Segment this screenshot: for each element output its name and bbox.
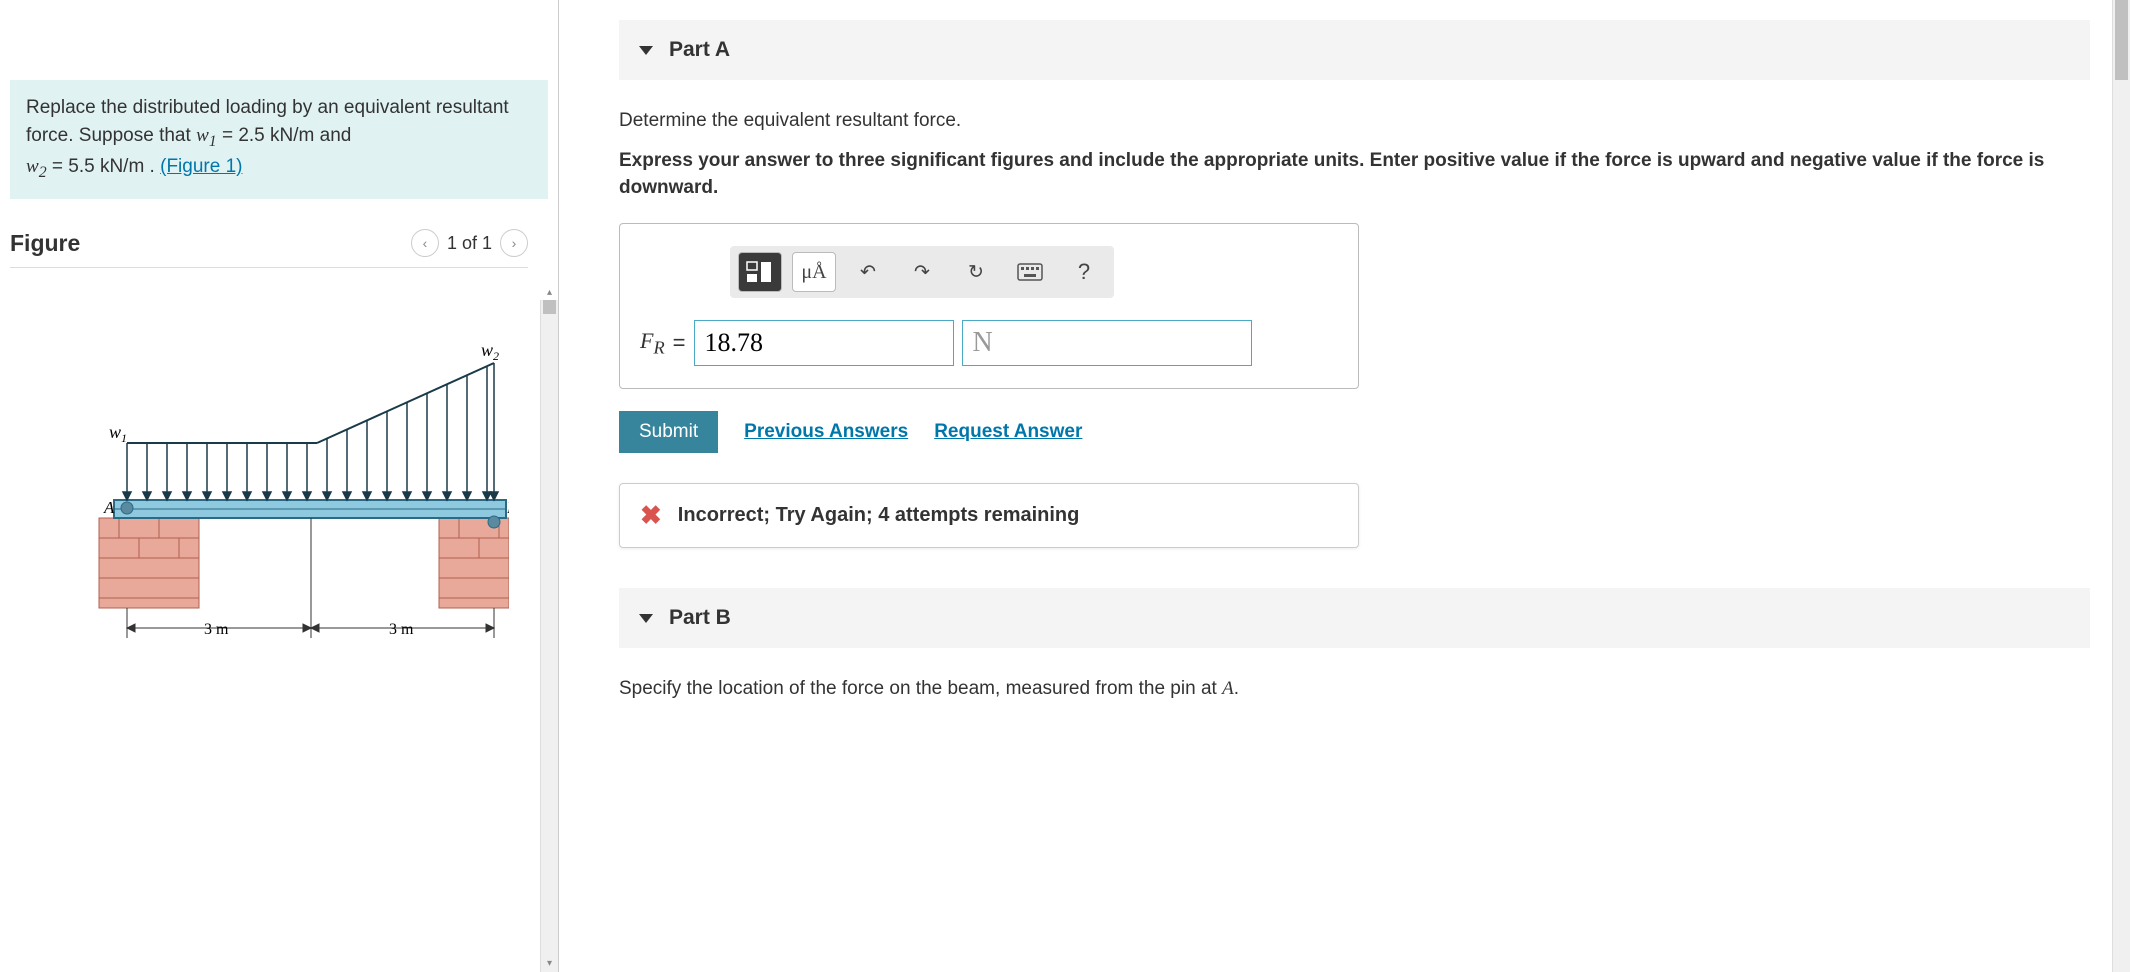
submit-button[interactable]: Submit (619, 411, 718, 453)
next-figure-button[interactable]: › (500, 229, 528, 257)
pager-text: 1 of 1 (447, 233, 492, 254)
incorrect-icon: ✖ (640, 500, 662, 531)
svg-text:2: 2 (493, 349, 499, 363)
value-input[interactable] (694, 320, 954, 366)
w1-val: = 2.5 kN/m (217, 125, 315, 146)
part-a-header[interactable]: Part A (619, 20, 2090, 80)
part-b-header[interactable]: Part B (619, 588, 2090, 648)
part-a-instruction: Determine the equivalent resultant force… (619, 110, 2090, 132)
feedback-box: ✖ Incorrect; Try Again; 4 attempts remai… (619, 483, 1359, 548)
request-answer-link[interactable]: Request Answer (934, 421, 1082, 443)
keyboard-button[interactable] (1008, 252, 1052, 292)
period: . (144, 156, 160, 177)
reset-button[interactable]: ↻ (954, 252, 998, 292)
label-B: B (507, 498, 509, 517)
caret-down-icon (639, 46, 653, 55)
equation-toolbar: μÅ ↶ ↷ ↻ ? (730, 246, 1114, 298)
w2-sub: 2 (39, 164, 47, 181)
dim-right: 3 m (389, 621, 414, 638)
left-scrollbar[interactable]: ▴ ▾ (540, 300, 558, 972)
prev-figure-button[interactable]: ‹ (411, 229, 439, 257)
w2-var: w (26, 156, 39, 177)
undo-button[interactable]: ↶ (846, 252, 890, 292)
part-b-instruction: Specify the location of the force on the… (619, 678, 2090, 700)
figure-diagram: w1 w2 A B 3 m 3 m (10, 308, 548, 668)
templates-button[interactable] (738, 252, 782, 292)
right-scrollbar[interactable] (2112, 0, 2130, 972)
label-w2: w (481, 340, 493, 360)
help-button[interactable]: ? (1062, 252, 1106, 292)
redo-button[interactable]: ↷ (900, 252, 944, 292)
answer-area: μÅ ↶ ↷ ↻ ? FR = (619, 223, 1359, 389)
and-text: and (314, 125, 351, 146)
answer-variable: FR (640, 328, 665, 358)
label-w1: w (109, 422, 121, 442)
w1-var: w (196, 125, 209, 146)
figure-link[interactable]: (Figure 1) (160, 156, 242, 177)
part-b-title: Part B (669, 606, 731, 630)
equals-sign: = (673, 330, 686, 356)
dim-left: 3 m (204, 621, 229, 638)
problem-statement: Replace the distributed loading by an eq… (10, 80, 548, 199)
part-a-hint: Express your answer to three significant… (619, 148, 2090, 201)
unit-input[interactable] (962, 320, 1252, 366)
previous-answers-link[interactable]: Previous Answers (744, 421, 908, 443)
feedback-text: Incorrect; Try Again; 4 attempts remaini… (678, 504, 1080, 527)
caret-down-icon (639, 614, 653, 623)
w2-val: = 5.5 kN/m (47, 156, 145, 177)
w1-sub: 1 (209, 132, 217, 149)
greek-button[interactable]: μÅ (792, 252, 836, 292)
label-A: A (103, 498, 115, 517)
part-a-title: Part A (669, 38, 730, 62)
figure-title: Figure (10, 230, 80, 257)
figure-pager: ‹ 1 of 1 › (411, 229, 528, 257)
svg-text:1: 1 (121, 431, 127, 445)
